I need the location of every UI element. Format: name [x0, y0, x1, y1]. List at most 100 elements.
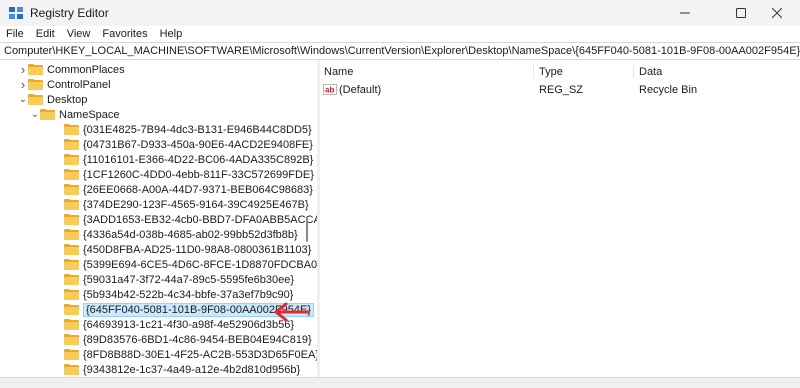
column-divider[interactable] — [533, 64, 534, 78]
value-data: Recycle Bin — [639, 84, 698, 96]
tree-item[interactable]: {031E4825-7B94-4dc3-B131-E946B44C8DD5} — [54, 122, 312, 137]
tree-item-label: {9343812e-1c37-4a49-a12e-4b2d810d956b} — [83, 363, 301, 376]
chevron-down-icon[interactable]: ⌄ — [18, 92, 28, 107]
address-bar[interactable]: Computer\HKEY_LOCAL_MACHINE\SOFTWARE\Mic… — [0, 42, 800, 60]
tree-item-label: {59031a47-3f72-44a7-89c5-5595fe6b30ee} — [83, 273, 295, 286]
chevron-right-icon[interactable]: › — [18, 77, 28, 92]
tree-item[interactable]: {59031a47-3f72-44a7-89c5-5595fe6b30ee} — [54, 272, 294, 287]
tree-item[interactable]: {89D83576-6BD1-4c86-9454-BEB04E94C819} — [54, 332, 312, 347]
menu-view[interactable]: View — [61, 28, 97, 40]
tree-scrollbar[interactable] — [302, 60, 312, 377]
folder-icon — [64, 364, 79, 375]
tree-item[interactable]: {8FD8B88D-30E1-4F25-AC2B-553D3D65F0EA} — [54, 347, 318, 362]
tree-item[interactable]: {64693913-1c21-4f30-a98f-4e52906d3b56} — [54, 317, 294, 332]
folder-icon — [64, 169, 79, 180]
chevron-right-icon[interactable]: › — [18, 62, 28, 77]
menu-edit[interactable]: Edit — [30, 28, 61, 40]
folder-icon — [64, 319, 79, 330]
folder-icon — [28, 94, 43, 105]
tree-item-label: {5399E694-6CE5-4D6C-8FCE-1D8870FDCBA0} — [83, 258, 318, 271]
folder-icon — [28, 79, 43, 90]
svg-text:ab: ab — [325, 86, 334, 95]
folder-icon — [64, 184, 79, 195]
tree-item[interactable]: {5b934b42-522b-4c34-bbfe-37a3ef7b9c90} — [54, 287, 293, 302]
title-bar: Registry Editor — [0, 0, 800, 26]
tree-item-label: {64693913-1c21-4f30-a98f-4e52906d3b56} — [83, 318, 295, 331]
address-path[interactable]: Computer\HKEY_LOCAL_MACHINE\SOFTWARE\Mic… — [4, 45, 800, 57]
chevron-down-icon[interactable]: ⌄ — [30, 107, 40, 122]
maximize-icon — [736, 8, 746, 18]
tree-item[interactable]: {5399E694-6CE5-4D6C-8FCE-1D8870FDCBA0} — [54, 257, 318, 272]
tree-item-label: {1CF1260C-4DD0-4ebb-811F-33C572699FDE} — [83, 168, 314, 181]
folder-icon — [64, 349, 79, 360]
folder-icon — [64, 139, 79, 150]
tree-item[interactable]: {26EE0668-A00A-44D7-9371-BEB064C98683} — [54, 182, 313, 197]
tree-item-label: {8FD8B88D-30E1-4F25-AC2B-553D3D65F0EA} — [83, 348, 318, 361]
tree-item-label: {031E4825-7B94-4dc3-B131-E946B44C8DD5} — [83, 123, 312, 136]
horizontal-scrollbar[interactable] — [0, 377, 800, 388]
minimize-button[interactable] — [662, 0, 708, 26]
tree-item-label: {3ADD1653-EB32-4cb0-BBD7-DFA0ABB5ACCA} — [83, 213, 318, 226]
annotation-arrow-icon — [274, 302, 310, 322]
tree-item[interactable]: {04731B67-D933-450a-90E6-4ACD2E9408FE} — [54, 137, 313, 152]
key-tree-pane[interactable]: › CommonPlaces › ControlPanel ⌄ Desktop ⌄ NameS… — [4, 60, 318, 377]
string-value-icon: ab — [323, 84, 337, 95]
minimize-icon — [680, 12, 690, 14]
menu-bar: File Edit View Favorites Help — [0, 26, 800, 42]
tree-item[interactable]: {3ADD1653-EB32-4cb0-BBD7-DFA0ABB5ACCA} — [54, 212, 318, 227]
registry-editor-icon — [9, 7, 23, 19]
menu-file[interactable]: File — [0, 28, 30, 40]
tree-item[interactable]: › ControlPanel — [18, 77, 111, 92]
value-type: REG_SZ — [539, 84, 584, 96]
folder-icon — [64, 214, 79, 225]
folder-icon — [64, 334, 79, 345]
column-header-data[interactable]: Data — [639, 66, 662, 78]
tree-item[interactable]: {450D8FBA-AD25-11D0-98A8-0800361B1103} — [54, 242, 311, 257]
value-name: (Default) — [339, 84, 382, 96]
values-list-pane[interactable]: Name Type Data ab (Default) REG_SZ Recyc… — [320, 60, 800, 377]
tree-scrollbar-thumb[interactable] — [306, 218, 308, 242]
tree-item[interactable]: ⌄ NameSpace — [30, 107, 120, 122]
column-header-name[interactable]: Name — [324, 66, 353, 78]
folder-icon — [64, 289, 79, 300]
folder-icon — [64, 244, 79, 255]
tree-item-label: Desktop — [47, 93, 88, 106]
value-row-name[interactable]: ab (Default) — [323, 84, 381, 96]
tree-item[interactable]: {9343812e-1c37-4a49-a12e-4b2d810d956b} — [54, 362, 300, 377]
folder-icon — [28, 64, 43, 75]
menu-favorites[interactable]: Favorites — [96, 28, 153, 40]
tree-item-label: {5b934b42-522b-4c34-bbfe-37a3ef7b9c90} — [83, 288, 294, 301]
folder-icon — [64, 229, 79, 240]
tree-item-label: {374DE290-123F-4565-9164-39C4925E467B} — [83, 198, 309, 211]
folder-icon — [64, 259, 79, 270]
tree-item-label: {450D8FBA-AD25-11D0-98A8-0800361B1103} — [83, 243, 312, 256]
tree-item[interactable]: ⌄ Desktop — [18, 92, 88, 107]
folder-icon — [64, 124, 79, 135]
folder-icon — [40, 109, 55, 120]
tree-item[interactable]: {1CF1260C-4DD0-4ebb-811F-33C572699FDE} — [54, 167, 314, 182]
tree-item[interactable]: {374DE290-123F-4565-9164-39C4925E467B} — [54, 197, 309, 212]
tree-item[interactable]: {4336a54d-038b-4685-ab02-99bb52d3fb8b} — [54, 227, 298, 242]
tree-item[interactable]: › CommonPlaces — [18, 62, 125, 77]
tree-item-label: NameSpace — [59, 108, 120, 121]
tree-item[interactable]: {11016101-E366-4D22-BC06-4ADA335C892B} — [54, 152, 313, 167]
menu-help[interactable]: Help — [154, 28, 189, 40]
tree-item-label: ControlPanel — [47, 78, 111, 91]
close-button[interactable] — [754, 0, 800, 26]
column-divider[interactable] — [633, 64, 634, 78]
column-header-type[interactable]: Type — [539, 66, 563, 78]
